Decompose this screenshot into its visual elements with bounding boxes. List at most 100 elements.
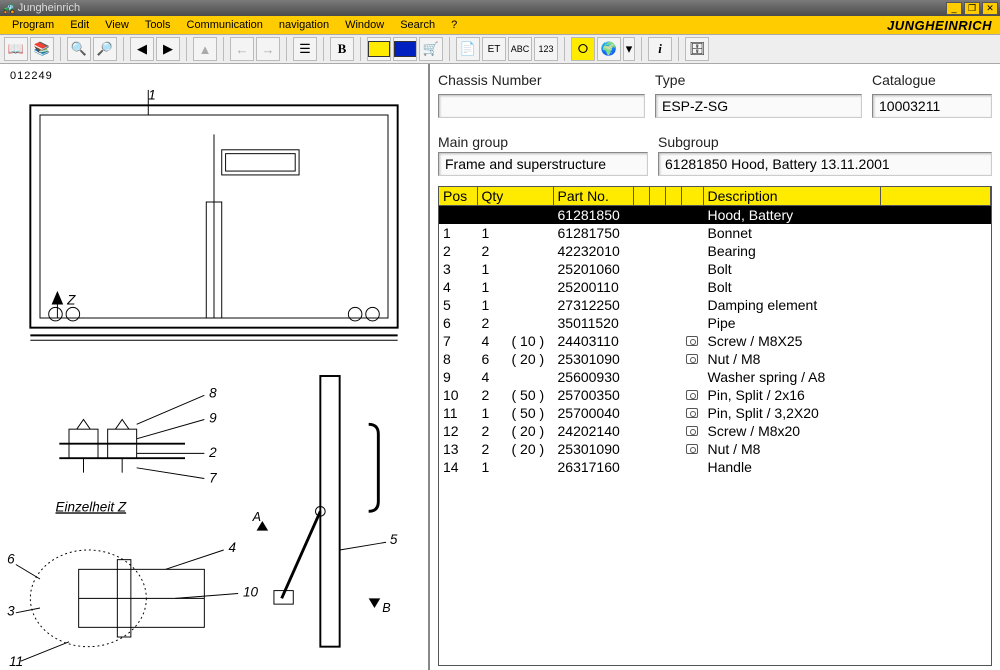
svg-text:4: 4	[229, 540, 237, 555]
menubar: Program Edit View Tools Communication na…	[0, 16, 1000, 34]
type-label: Type	[655, 70, 862, 90]
col-qty[interactable]: Qty	[477, 187, 553, 206]
type-field[interactable]: ESP-Z-SG	[655, 94, 862, 118]
details-panel: Chassis Number Type Catalogue ESP-Z-SG 1…	[430, 64, 1000, 670]
col-blank5[interactable]	[881, 187, 991, 206]
catalogue-label: Catalogue	[872, 70, 992, 90]
chassis-label: Chassis Number	[438, 70, 645, 90]
catalog-icon[interactable]: 📖	[4, 37, 28, 61]
menu-tools[interactable]: Tools	[137, 19, 179, 31]
maingroup-label: Main group	[438, 132, 648, 152]
menu-window[interactable]: Window	[337, 19, 392, 31]
svg-text:8: 8	[209, 385, 217, 400]
window-close-button[interactable]: ✕	[982, 2, 998, 15]
col-pos[interactable]: Pos	[439, 187, 477, 206]
table-row[interactable]: 132( 20 )25301090Nut / M8	[439, 440, 991, 458]
dropdown-arrow-icon[interactable]: ▾	[623, 37, 635, 61]
menu-edit[interactable]: Edit	[62, 19, 97, 31]
maingroup-field[interactable]: Frame and superstructure	[438, 152, 648, 176]
drawing-id: 012249	[10, 70, 422, 82]
table-row[interactable]: 111( 50 )25700040Pin, Split / 3,2X20	[439, 404, 991, 422]
globe-icon[interactable]: 🌍	[597, 37, 621, 61]
info-icon[interactable]: i	[648, 37, 672, 61]
table-row[interactable]: 2242232010Bearing	[439, 242, 991, 260]
zoom-in-icon[interactable]: 🔍	[67, 37, 91, 61]
svg-text:Z: Z	[66, 292, 76, 307]
table-row[interactable]: 1161281750Bonnet	[439, 224, 991, 242]
parts-table[interactable]: Pos Qty Part No. Description 61281850Hoo…	[438, 186, 992, 666]
menu-view[interactable]: View	[97, 19, 137, 31]
table-row[interactable]: 122( 20 )24202140Screw / M8x20	[439, 422, 991, 440]
svg-text:10: 10	[243, 584, 259, 599]
window-minimize-button[interactable]: _	[946, 2, 962, 15]
svg-text:11: 11	[9, 654, 23, 666]
photo-icon	[686, 336, 698, 346]
color-blue-swatch[interactable]	[393, 37, 417, 61]
menu-help[interactable]: ?	[443, 19, 465, 31]
document-icon[interactable]: 📄	[456, 37, 480, 61]
svg-text:A: A	[252, 510, 261, 524]
photo-icon	[686, 444, 698, 454]
subgroup-field[interactable]: 61281850 Hood, Battery 13.11.2001	[658, 152, 992, 176]
archive-icon[interactable]: 🗄	[685, 37, 709, 61]
bold-icon[interactable]: B	[330, 37, 354, 61]
table-row[interactable]: 3125201060Bolt	[439, 260, 991, 278]
abc-icon[interactable]: ABC	[508, 37, 532, 61]
table-row[interactable]: 9425600930Washer spring / A8	[439, 368, 991, 386]
photo-icon	[686, 426, 698, 436]
svg-text:9: 9	[209, 410, 217, 425]
table-row[interactable]: 14126317160Handle	[439, 458, 991, 476]
titlebar: 🚜 Jungheinrich _ ❐ ✕	[0, 0, 1000, 16]
highlight-icon[interactable]: ⭘	[571, 37, 595, 61]
table-row[interactable]: 5127312250Damping element	[439, 296, 991, 314]
table-row[interactable]: 86( 20 )25301090Nut / M8	[439, 350, 991, 368]
nav-prev-icon[interactable]: ◀	[130, 37, 154, 61]
history-forward-icon: →	[256, 37, 280, 61]
et-icon[interactable]: ET	[482, 37, 506, 61]
col-description[interactable]: Description	[703, 187, 881, 206]
chassis-field[interactable]	[438, 94, 645, 118]
stack-icon[interactable]: 📚	[30, 37, 54, 61]
svg-text:1: 1	[148, 88, 156, 103]
table-row[interactable]: 74( 10 )24403110Screw / M8X25	[439, 332, 991, 350]
svg-text:5: 5	[390, 532, 398, 547]
history-back-icon: ←	[230, 37, 254, 61]
catalogue-field[interactable]: 10003211	[872, 94, 992, 118]
nav-next-icon[interactable]: ▶	[156, 37, 180, 61]
table-row[interactable]: 102( 50 )25700350Pin, Split / 2x16	[439, 386, 991, 404]
zoom-out-icon[interactable]: 🔎	[93, 37, 117, 61]
table-row[interactable]: 61281850Hood, Battery	[439, 206, 991, 225]
app-icon: 🚜	[2, 2, 16, 15]
svg-text:2: 2	[208, 445, 217, 460]
window-title: Jungheinrich	[16, 2, 944, 14]
menu-communication[interactable]: Communication	[179, 19, 271, 31]
svg-text:6: 6	[7, 552, 15, 567]
table-row[interactable]: 6235011520Pipe	[439, 314, 991, 332]
color-yellow-swatch[interactable]	[367, 37, 391, 61]
col-partno[interactable]: Part No.	[553, 187, 633, 206]
toolbar: 📖 📚 🔍 🔎 ◀ ▶ ▲ ← → ☰ B 🛒 📄 ET ABC 123 ⭘ 🌍…	[0, 34, 1000, 64]
menu-program[interactable]: Program	[4, 19, 62, 31]
drawing-panel: 012249 1 Z	[0, 64, 430, 670]
brand-logo: JUNGHEINRICH	[887, 18, 1000, 33]
col-blank4[interactable]	[681, 187, 703, 206]
photo-icon	[686, 390, 698, 400]
col-blank1[interactable]	[633, 187, 649, 206]
nav-up-icon: ▲	[193, 37, 217, 61]
photo-icon	[686, 408, 698, 418]
cart-icon[interactable]: 🛒	[419, 37, 443, 61]
menu-search[interactable]: Search	[392, 19, 443, 31]
collapse-icon[interactable]: ☰	[293, 37, 317, 61]
svg-text:B: B	[382, 601, 390, 615]
123-icon[interactable]: 123	[534, 37, 558, 61]
subgroup-label: Subgroup	[658, 132, 992, 152]
svg-text:7: 7	[209, 470, 217, 485]
col-blank3[interactable]	[665, 187, 681, 206]
col-blank2[interactable]	[649, 187, 665, 206]
window-restore-button[interactable]: ❐	[964, 2, 980, 15]
svg-text:Einzelheit Z: Einzelheit Z	[55, 499, 126, 514]
menu-navigation[interactable]: navigation	[271, 19, 337, 31]
photo-icon	[686, 354, 698, 364]
technical-drawing: 1 Z	[6, 86, 422, 666]
table-row[interactable]: 4125200110Bolt	[439, 278, 991, 296]
